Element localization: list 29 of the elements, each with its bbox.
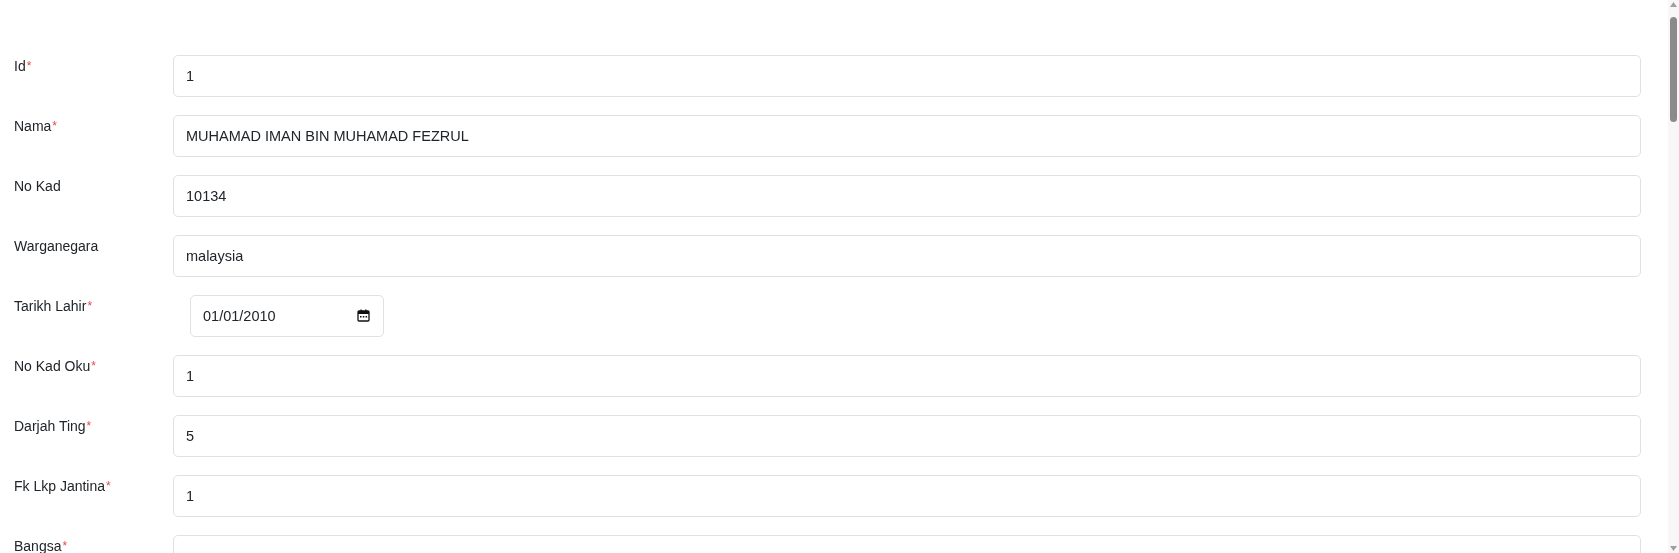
scroll-up-icon[interactable]: [1670, 2, 1677, 7]
required-mark: *: [52, 120, 58, 134]
calendar-icon[interactable]: [357, 309, 370, 322]
text-field[interactable]: 1: [173, 475, 1641, 517]
text-field[interactable]: 1: [173, 355, 1641, 397]
text-field[interactable]: malaysia: [173, 235, 1641, 277]
scrollbar-thumb[interactable]: [1670, 17, 1677, 122]
field-label: No Kad: [14, 178, 61, 194]
field-label: Warganegara: [14, 238, 99, 254]
field-label: Fk Lkp Jantina: [14, 478, 106, 494]
field-label: Darjah Ting: [14, 418, 86, 434]
scrollbar[interactable]: [1668, 0, 1679, 553]
required-mark: *: [87, 300, 93, 314]
required-mark: *: [106, 480, 111, 494]
field-label: Bangsa: [14, 538, 62, 553]
scroll-down-icon[interactable]: [1670, 546, 1677, 551]
field-label: No Kad Oku: [14, 358, 91, 374]
date-field[interactable]: 01/01/2010: [190, 295, 384, 337]
field-label: Id: [14, 58, 26, 74]
required-mark: *: [86, 420, 92, 434]
text-field[interactable]: 1: [173, 55, 1641, 97]
field-label: Nama: [14, 118, 52, 134]
required-mark: *: [26, 60, 32, 74]
text-field[interactable]: MUHAMAD IMAN BIN MUHAMAD FEZRUL: [173, 115, 1641, 157]
text-field[interactable]: 10134: [173, 175, 1641, 217]
text-field[interactable]: 5: [173, 415, 1641, 457]
field-label: Tarikh Lahir: [14, 298, 87, 314]
required-mark: *: [62, 540, 68, 553]
required-mark: *: [91, 360, 96, 374]
